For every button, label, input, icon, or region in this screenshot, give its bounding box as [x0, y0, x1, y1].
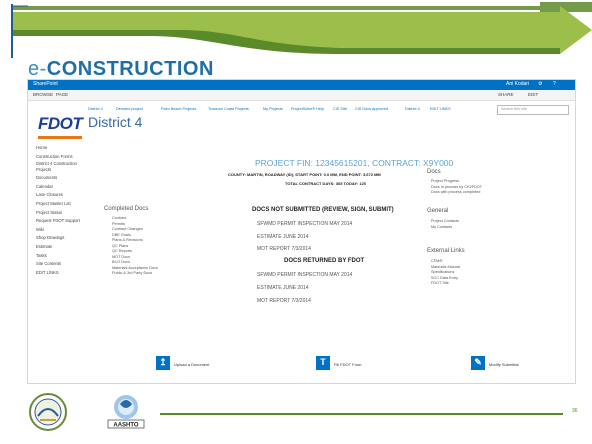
fdot-logo[interactable]: FDOT	[38, 114, 83, 134]
edit-links[interactable]: EDIT LINKS	[430, 107, 451, 111]
aashto-logo: AASHTO	[107, 395, 145, 429]
returned-item[interactable]: SFWMD PERMIT INSPECTION MAY 2014	[257, 272, 352, 278]
general-list: Project Contacts My Contacts	[431, 219, 459, 230]
upload-document-tile[interactable]: Upload a Document	[174, 362, 209, 367]
general-link[interactable]: Project Contacts	[431, 219, 459, 225]
search-input[interactable]: Search this site	[497, 105, 569, 115]
left-nav-item[interactable]: Calendar	[36, 183, 96, 192]
project-heading: PROJECT FIN: 12345615201, CONTRACT: X9Y0…	[255, 158, 454, 168]
top-nav-item[interactable]: Demand project	[116, 107, 143, 111]
docs-returned-title: DOCS RETURNED BY FDOT	[284, 258, 365, 264]
sharepoint-screenshot: SharePoint Ani Kodari ⚙ ? BROWSE PAGE SH…	[27, 79, 576, 384]
returned-item[interactable]: ESTIMATE JUNE 2014	[257, 285, 309, 291]
docs-not-submitted-title: DOCS NOT SUBMITTED (REVIEW, SIGN, SUBMIT…	[252, 207, 394, 213]
ribbon-page[interactable]: PAGE	[56, 92, 68, 97]
docs-section-title: Docs	[427, 169, 441, 175]
edit-icon[interactable]: ✎	[471, 356, 485, 370]
site-title[interactable]: District 4	[88, 114, 142, 130]
completed-docs-title: Completed Docs	[104, 206, 149, 212]
left-nav-item[interactable]: Tasks	[36, 252, 96, 261]
left-nav-edit-links[interactable]: EDIT LINKS	[36, 269, 96, 278]
left-nav-item[interactable]: Estimate	[36, 243, 96, 252]
external-links-list: CFM/E Materials Manual Specifications SC…	[431, 259, 460, 287]
top-nav-item[interactable]: CIS Docs Approved	[355, 107, 388, 111]
top-nav-item[interactable]: Palm Beach Projects	[161, 107, 196, 111]
footer-divider	[160, 413, 563, 415]
svg-text:AASHTO: AASHTO	[113, 423, 139, 429]
form-icon[interactable]: T	[316, 356, 330, 370]
left-nav-item[interactable]: District 4 Construction Projects	[36, 161, 80, 174]
ribbon: BROWSE PAGE SHARE EDIT	[28, 90, 575, 101]
completed-docs-list: Contract Permits Contract Changes DBE Go…	[112, 216, 158, 277]
external-link[interactable]: FDOT Site	[431, 281, 460, 287]
general-section-title: General	[427, 208, 449, 214]
page-number: 36	[572, 408, 578, 414]
left-nav-item[interactable]: Project Status	[36, 209, 96, 218]
left-nav-item[interactable]: Construction Forms	[36, 153, 96, 162]
docs-link[interactable]: Docs with process completed	[431, 190, 482, 196]
user-name[interactable]: Ani Kodari	[506, 81, 529, 87]
left-nav-item[interactable]: Lane Closures	[36, 191, 96, 200]
help-icon[interactable]: ?	[553, 81, 556, 87]
top-nav-item[interactable]: Treasure Coast Projects	[208, 107, 249, 111]
county-line: COUNTY: MARTIN, ROADWAY (ID), START POIN…	[228, 172, 381, 177]
top-nav-item[interactable]: ProjectSolve® Help	[291, 107, 324, 111]
general-link[interactable]: My Contacts	[431, 225, 459, 231]
completed-doc-link[interactable]: Public & 3rd Party Docs	[112, 271, 158, 277]
left-nav-item[interactable]: Site Contents	[36, 260, 96, 269]
top-nav-item[interactable]: District 4	[405, 107, 420, 111]
left-nav-item[interactable]: Project Master List	[36, 200, 96, 209]
gear-icon[interactable]: ⚙	[538, 81, 542, 87]
left-nav-item[interactable]: Wiki	[36, 226, 96, 235]
top-nav-item[interactable]: My Projects	[263, 107, 283, 111]
left-nav-item[interactable]: Shop Drawings	[36, 234, 96, 243]
suite-brand[interactable]: SharePoint	[33, 81, 58, 87]
returned-item[interactable]: MOT REPORT 7/3/2014	[257, 298, 311, 304]
ribbon-browse[interactable]: BROWSE	[33, 92, 53, 97]
top-nav-item[interactable]: CIS Site	[333, 107, 347, 111]
left-nav-item[interactable]: Request FDOT Support	[36, 217, 96, 226]
left-nav-item[interactable]: Documents	[36, 174, 96, 183]
total-contract-days: TOTAL CONTRACT DAYS: 365 TODAY: 125	[285, 181, 366, 186]
suite-bar: SharePoint Ani Kodari ⚙ ?	[28, 80, 575, 90]
ribbon-edit[interactable]: EDIT	[528, 92, 538, 97]
docs-list: Project Progress Docs In process by CEI/…	[431, 179, 482, 196]
left-nav-item[interactable]: Home	[36, 144, 96, 153]
modify-submittal-tile[interactable]: Modify Submittal	[489, 362, 519, 367]
fdot-logo-swoosh	[38, 136, 82, 139]
fill-form-tile[interactable]: Fill FDOT Form	[334, 362, 361, 367]
left-nav: Home Construction Forms District 4 Const…	[36, 144, 96, 277]
not-submitted-item[interactable]: SFWMD PERMIT INSPECTION MAY 2014	[257, 221, 352, 227]
slide: e-CONSTRUCTION SharePoint Ani Kodari ⚙ ?…	[0, 0, 592, 444]
upload-icon[interactable]: ↥	[156, 356, 170, 370]
not-submitted-item[interactable]: MOT REPORT 7/3/2014	[257, 246, 311, 252]
ribbon-share[interactable]: SHARE	[498, 92, 514, 97]
slide-title: e-CONSTRUCTION	[28, 58, 214, 80]
not-submitted-item[interactable]: ESTIMATE JUNE 2014	[257, 234, 309, 240]
top-nav-item[interactable]: District 4	[88, 107, 103, 111]
every-day-counts-logo	[29, 393, 67, 431]
external-links-title: External Links	[427, 248, 465, 254]
